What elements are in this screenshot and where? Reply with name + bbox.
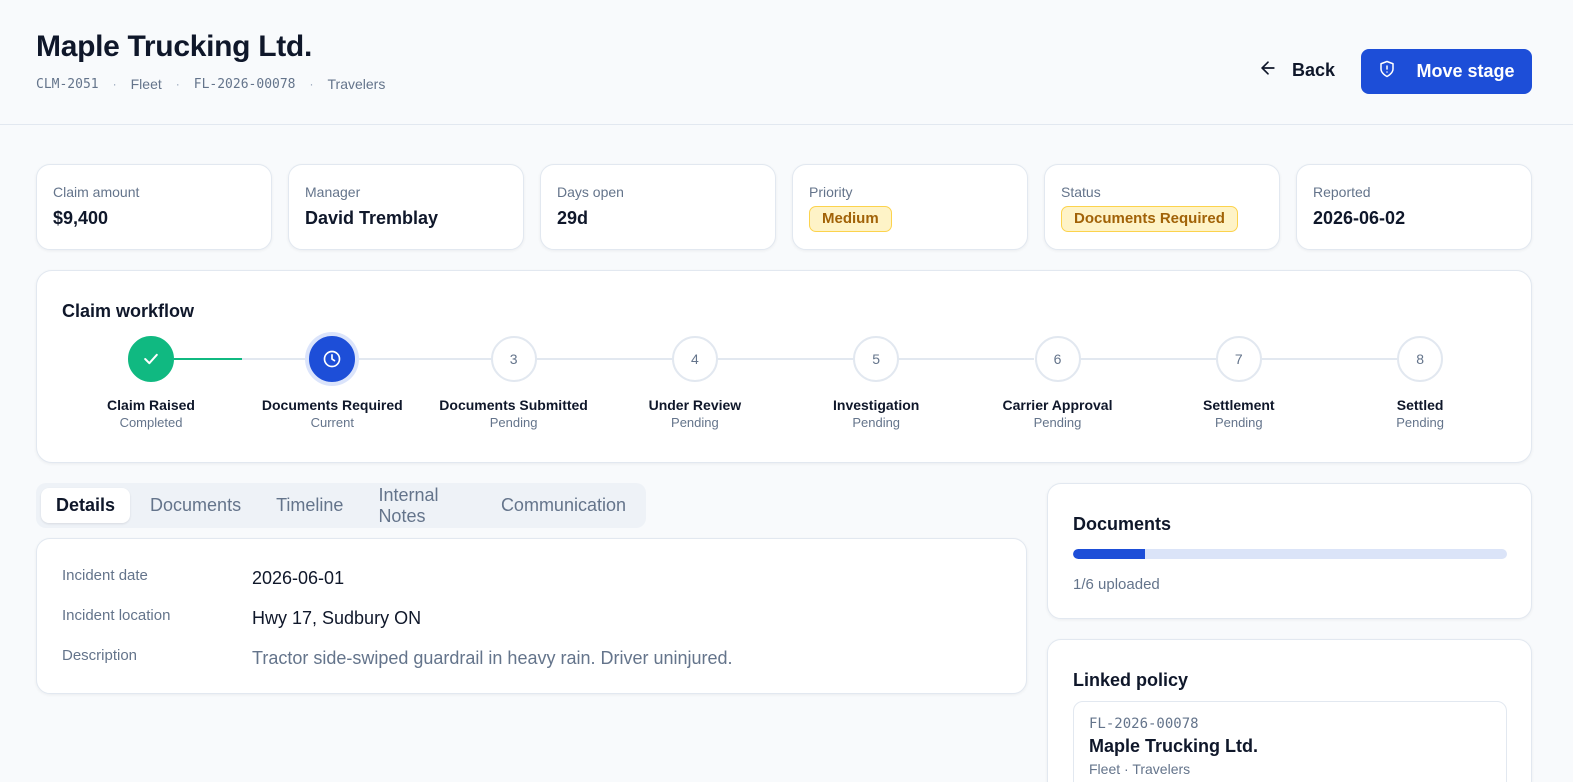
stat-label: Manager bbox=[305, 184, 361, 200]
stat-status: Status Documents Required bbox=[1044, 164, 1280, 250]
step-number: 8 bbox=[1397, 336, 1444, 382]
workflow-step: 7 Settlement Pending bbox=[1149, 336, 1329, 430]
stat-days-open: Days open 29d bbox=[540, 164, 776, 250]
detail-value: Hwy 17, Sudbury ON bbox=[252, 608, 422, 628]
stat-label: Status bbox=[1061, 184, 1101, 200]
step-name: Investigation bbox=[833, 397, 920, 413]
meta-separator: · bbox=[175, 77, 180, 91]
step-name: Settlement bbox=[1203, 397, 1275, 413]
workflow-step: Claim Raised Completed bbox=[61, 336, 241, 430]
linked-policy-card: Linked policy FL-2026-00078 Maple Trucki… bbox=[1047, 639, 1532, 782]
detail-value: 2026-06-01 bbox=[252, 568, 345, 588]
step-name: Documents Required bbox=[261, 397, 403, 413]
step-status: Current bbox=[310, 415, 354, 430]
documents-progress-fill bbox=[1073, 549, 1146, 559]
linked-policy-name: Maple Trucking Ltd. bbox=[1089, 736, 1259, 756]
check-icon bbox=[128, 336, 174, 382]
policy-number: FL-2026-00078 bbox=[193, 76, 296, 92]
clock-icon bbox=[309, 336, 356, 382]
workflow-step: 6 Carrier Approval Pending bbox=[968, 336, 1148, 430]
linked-policy-item[interactable]: FL-2026-00078 Maple Trucking Ltd. Fleet … bbox=[1073, 701, 1507, 782]
tab-details[interactable]: Details bbox=[41, 488, 131, 523]
stat-reported: Reported 2026-06-02 bbox=[1296, 164, 1532, 250]
linked-policy-meta: Fleet · Travelers bbox=[1089, 761, 1191, 777]
step-number: 4 bbox=[671, 336, 718, 382]
stat-label: Priority bbox=[809, 184, 853, 200]
detail-label: Incident date bbox=[62, 567, 148, 584]
back-button[interactable]: Back bbox=[1258, 58, 1335, 83]
step-number: 5 bbox=[853, 336, 900, 382]
linked-policy-number: FL-2026-00078 bbox=[1089, 716, 1199, 732]
detail-row-description: Description Tractor side-swiped guardrai… bbox=[62, 647, 733, 669]
step-name: Documents Submitted bbox=[439, 397, 588, 413]
step-status: Pending bbox=[1214, 415, 1263, 430]
details-panel: Incident date 2026-06-01 Incident locati… bbox=[36, 538, 1027, 694]
step-status: Completed bbox=[119, 415, 183, 430]
workflow-step: 3 Documents Submitted Pending bbox=[424, 336, 604, 430]
stat-label: Claim amount bbox=[53, 184, 140, 200]
step-status: Pending bbox=[489, 415, 538, 430]
claim-line: Fleet bbox=[130, 76, 162, 92]
detail-label: Incident location bbox=[62, 607, 171, 624]
claim-workflow: Claim workflow Claim Raised Completed Docu… bbox=[36, 270, 1532, 463]
claim-tabs: Details Documents Timeline Internal Note… bbox=[36, 483, 646, 528]
tab-internal-notes[interactable]: Internal Notes bbox=[363, 485, 481, 526]
move-stage-button[interactable]: Move stage bbox=[1361, 49, 1532, 94]
documents-card: Documents 1/6 uploaded bbox=[1047, 483, 1532, 619]
meta-separator: · bbox=[309, 77, 314, 91]
step-name: Claim Raised bbox=[107, 397, 195, 413]
stat-value: David Tremblay bbox=[305, 208, 439, 228]
tab-communication[interactable]: Communication bbox=[486, 488, 641, 523]
priority-badge: Medium bbox=[809, 206, 892, 232]
detail-row-incident-date: Incident date 2026-06-01 bbox=[62, 567, 344, 589]
meta-separator: · bbox=[112, 77, 117, 91]
detail-value: Tractor side-swiped guardrail in heavy r… bbox=[252, 648, 733, 668]
step-number: 6 bbox=[1034, 336, 1081, 382]
workflow-step: Documents Required Current bbox=[242, 336, 422, 430]
carrier-name: Travelers bbox=[327, 76, 386, 92]
page-title: Maple Trucking Ltd. bbox=[36, 30, 312, 63]
move-stage-label: Move stage bbox=[1416, 61, 1515, 81]
step-name: Under Review bbox=[648, 397, 742, 413]
stat-manager: Manager David Tremblay bbox=[288, 164, 524, 250]
shield-icon bbox=[1378, 60, 1396, 83]
stat-priority: Priority Medium bbox=[792, 164, 1028, 250]
tab-documents[interactable]: Documents bbox=[135, 488, 256, 523]
stat-claim-amount: Claim amount $9,400 bbox=[36, 164, 272, 250]
step-status: Pending bbox=[671, 415, 719, 430]
detail-label: Description bbox=[62, 647, 138, 664]
stat-value: $9,400 bbox=[53, 208, 109, 228]
step-name: Settled bbox=[1396, 397, 1444, 413]
linked-policy-title: Linked policy bbox=[1073, 670, 1189, 690]
step-status: Pending bbox=[1396, 415, 1444, 430]
documents-progress-bar bbox=[1073, 549, 1507, 559]
stat-value: 2026-06-02 bbox=[1313, 208, 1406, 228]
arrow-left-icon bbox=[1258, 58, 1278, 83]
workflow-step: 4 Under Review Pending bbox=[605, 336, 785, 430]
detail-row-incident-location: Incident location Hwy 17, Sudbury ON bbox=[62, 607, 421, 629]
step-name: Carrier Approval bbox=[1002, 397, 1113, 413]
summary-stats: Claim amount $9,400 Manager David Trembl… bbox=[36, 164, 1532, 250]
tab-timeline[interactable]: Timeline bbox=[261, 488, 358, 523]
documents-title: Documents bbox=[1073, 514, 1172, 534]
step-number: 3 bbox=[490, 336, 537, 382]
workflow-title: Claim workflow bbox=[62, 301, 195, 321]
stat-label: Reported bbox=[1313, 184, 1371, 200]
page-header: Maple Trucking Ltd. CLM-2051 · Fleet · F… bbox=[0, 0, 1573, 125]
stat-value: 29d bbox=[557, 208, 589, 228]
step-number: 7 bbox=[1215, 336, 1262, 382]
step-status: Pending bbox=[1033, 415, 1082, 430]
documents-progress-text: 1/6 uploaded bbox=[1073, 576, 1160, 593]
claim-id: CLM-2051 bbox=[36, 76, 99, 92]
status-badge: Documents Required bbox=[1061, 206, 1238, 232]
claim-meta: CLM-2051 · Fleet · FL-2026-00078 · Trave… bbox=[36, 76, 385, 92]
workflow-step: 5 Investigation Pending bbox=[786, 336, 966, 430]
step-status: Pending bbox=[852, 415, 901, 430]
back-button-label: Back bbox=[1292, 60, 1336, 80]
workflow-step: 8 Settled Pending bbox=[1330, 336, 1510, 430]
stat-label: Days open bbox=[557, 184, 624, 200]
